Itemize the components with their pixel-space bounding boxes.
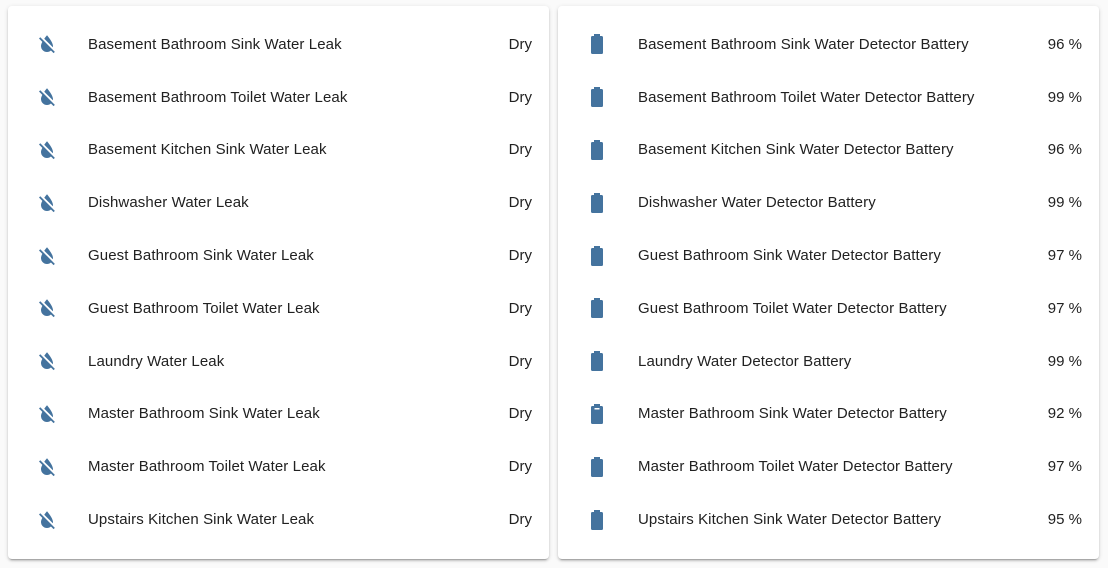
entity-row-master-bathroom-sink-leak[interactable]: Master Bathroom Sink Water Leak Dry	[8, 388, 549, 441]
entity-name: Master Bathroom Sink Water Detector Batt…	[638, 405, 947, 423]
battery-icon	[584, 31, 610, 57]
water-off-icon	[34, 348, 60, 374]
entity-state: 99 %	[1047, 88, 1082, 106]
entity-name: Guest Bathroom Toilet Water Leak	[88, 299, 320, 317]
entity-state: Dry	[508, 247, 532, 265]
battery-icon	[584, 243, 610, 269]
water-off-icon	[34, 295, 60, 321]
entity-name: Guest Bathroom Sink Water Detector Batte…	[638, 247, 941, 265]
entity-name: Laundry Water Detector Battery	[638, 352, 852, 370]
entity-name: Guest Bathroom Toilet Water Detector Bat…	[638, 299, 947, 317]
entity-state: 92 %	[1047, 405, 1082, 423]
entity-row-basement-bathroom-toilet-battery[interactable]: Basement Bathroom Toilet Water Detector …	[558, 71, 1099, 124]
water-off-icon	[34, 507, 60, 533]
entity-row-master-bathroom-sink-battery[interactable]: Master Bathroom Sink Water Detector Batt…	[558, 388, 1099, 441]
battery-icon	[584, 348, 610, 374]
entity-state: Dry	[508, 511, 532, 529]
water-off-icon	[34, 31, 60, 57]
entity-row-basement-bathroom-sink-leak[interactable]: Basement Bathroom Sink Water Leak Dry	[8, 18, 549, 71]
water-off-icon	[34, 243, 60, 269]
entity-name: Dishwasher Water Detector Battery	[638, 194, 876, 212]
entity-state: Dry	[508, 458, 532, 476]
entity-row-master-bathroom-toilet-leak[interactable]: Master Bathroom Toilet Water Leak Dry	[8, 440, 549, 493]
entity-row-master-bathroom-toilet-battery[interactable]: Master Bathroom Toilet Water Detector Ba…	[558, 440, 1099, 493]
entity-name: Dishwasher Water Leak	[88, 194, 249, 212]
water-off-icon	[34, 137, 60, 163]
battery-90-icon	[584, 401, 610, 427]
entity-row-guest-bathroom-toilet-battery[interactable]: Guest Bathroom Toilet Water Detector Bat…	[558, 282, 1099, 335]
entity-state: 97 %	[1047, 299, 1082, 317]
entity-name: Basement Bathroom Sink Water Leak	[88, 35, 342, 53]
battery-icon	[584, 137, 610, 163]
entity-state: Dry	[508, 35, 532, 53]
entity-row-upstairs-kitchen-sink-battery[interactable]: Upstairs Kitchen Sink Water Detector Bat…	[558, 493, 1099, 546]
entity-row-laundry-leak[interactable]: Laundry Water Leak Dry	[8, 335, 549, 388]
water-off-icon	[34, 454, 60, 480]
water-off-icon	[34, 401, 60, 427]
battery-icon	[584, 507, 610, 533]
entity-name: Upstairs Kitchen Sink Water Detector Bat…	[638, 511, 942, 529]
entity-name: Master Bathroom Toilet Water Leak	[88, 458, 326, 476]
entity-row-upstairs-kitchen-sink-leak[interactable]: Upstairs Kitchen Sink Water Leak Dry	[8, 493, 549, 546]
entity-state: 97 %	[1047, 247, 1082, 265]
entity-name: Basement Kitchen Sink Water Detector Bat…	[638, 141, 954, 159]
battery-icon	[584, 190, 610, 216]
entity-row-laundry-battery[interactable]: Laundry Water Detector Battery 99 %	[558, 335, 1099, 388]
battery-icon	[584, 84, 610, 110]
battery-icon	[584, 295, 610, 321]
entity-state: 95 %	[1047, 511, 1082, 529]
entity-state: 97 %	[1047, 458, 1082, 476]
entity-name: Basement Bathroom Toilet Water Leak	[88, 88, 348, 106]
entity-name: Basement Bathroom Toilet Water Detector …	[638, 88, 975, 106]
entity-state: 99 %	[1047, 194, 1082, 212]
entity-state: 96 %	[1047, 35, 1082, 53]
entity-name: Master Bathroom Toilet Water Detector Ba…	[638, 458, 953, 476]
water-off-icon	[34, 190, 60, 216]
entity-row-basement-bathroom-toilet-leak[interactable]: Basement Bathroom Toilet Water Leak Dry	[8, 71, 549, 124]
entity-row-dishwasher-leak[interactable]: Dishwasher Water Leak Dry	[8, 176, 549, 229]
entity-name: Master Bathroom Sink Water Leak	[88, 405, 320, 423]
entity-row-guest-bathroom-toilet-leak[interactable]: Guest Bathroom Toilet Water Leak Dry	[8, 282, 549, 335]
entity-state: Dry	[508, 299, 532, 317]
entity-row-basement-kitchen-sink-leak[interactable]: Basement Kitchen Sink Water Leak Dry	[8, 124, 549, 177]
entity-row-basement-bathroom-sink-battery[interactable]: Basement Bathroom Sink Water Detector Ba…	[558, 18, 1099, 71]
entity-state: Dry	[508, 405, 532, 423]
entity-row-guest-bathroom-sink-leak[interactable]: Guest Bathroom Sink Water Leak Dry	[8, 229, 549, 282]
entity-name: Basement Kitchen Sink Water Leak	[88, 141, 327, 159]
water-off-icon	[34, 84, 60, 110]
entity-name: Basement Bathroom Sink Water Detector Ba…	[638, 35, 969, 53]
entity-name: Laundry Water Leak	[88, 352, 225, 370]
entity-state: 96 %	[1047, 141, 1082, 159]
entity-state: Dry	[508, 352, 532, 370]
entity-row-guest-bathroom-sink-battery[interactable]: Guest Bathroom Sink Water Detector Batte…	[558, 229, 1099, 282]
entity-name: Upstairs Kitchen Sink Water Leak	[88, 511, 315, 529]
battery-card: Basement Bathroom Sink Water Detector Ba…	[558, 6, 1099, 559]
entity-state: Dry	[508, 141, 532, 159]
entity-state: 99 %	[1047, 352, 1082, 370]
entity-state: Dry	[508, 194, 532, 212]
entity-state: Dry	[508, 88, 532, 106]
water-leak-card: Basement Bathroom Sink Water Leak Dry Ba…	[8, 6, 549, 559]
entity-row-basement-kitchen-sink-battery[interactable]: Basement Kitchen Sink Water Detector Bat…	[558, 124, 1099, 177]
entity-row-dishwasher-battery[interactable]: Dishwasher Water Detector Battery 99 %	[558, 176, 1099, 229]
entity-name: Guest Bathroom Sink Water Leak	[88, 247, 314, 265]
battery-icon	[584, 454, 610, 480]
